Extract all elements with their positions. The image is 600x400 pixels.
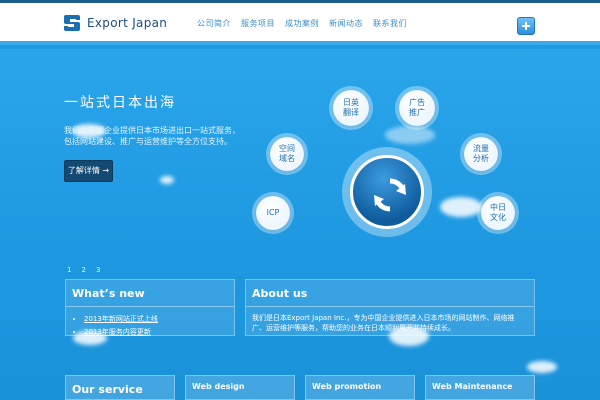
news-link[interactable]: 2013年新网站正式上线 xyxy=(84,315,158,323)
services-title: Our service xyxy=(72,383,143,396)
plus-icon[interactable] xyxy=(517,17,535,35)
bubble-domain[interactable]: 空间 域名 xyxy=(270,137,304,171)
cloud-decoration xyxy=(160,176,174,184)
list-item: 2013年新网站正式上线 xyxy=(84,313,234,326)
refresh-icon xyxy=(374,178,406,212)
bubble-label: 日英 翻译 xyxy=(343,98,359,117)
bubble-label: 空间 域名 xyxy=(279,144,295,163)
service-label: Web Maintenance xyxy=(432,382,513,391)
main-nav: 公司简介 服务项目 成功案例 新闻动态 联系我们 xyxy=(197,18,407,29)
bubble-analytics[interactable]: 流量 分析 xyxy=(464,137,498,171)
about-panel: About us 我们是日本Export Japan Inc.，专为中国企业提供… xyxy=(245,279,535,336)
bubble-label: 流量 分析 xyxy=(473,144,489,163)
bubble-icp[interactable]: ICP xyxy=(256,196,290,230)
nav-item-company[interactable]: 公司简介 xyxy=(197,18,231,29)
news-panel: What’s new 2013年新网站正式上线 2013年服务内容更新 xyxy=(65,279,235,336)
site-header: Export Japan 公司简介 服务项目 成功案例 新闻动态 联系我们 xyxy=(0,3,600,45)
about-text: 我们是日本Export Japan Inc.，专为中国企业提供进入日本市场的网站… xyxy=(252,314,515,332)
service-label: Web design xyxy=(192,382,245,391)
bubble-label: 中日 文化 xyxy=(490,203,506,222)
news-link[interactable]: 2013年服务内容更新 xyxy=(84,328,151,336)
news-list: 2013年新网站正式上线 2013年服务内容更新 xyxy=(66,307,234,339)
pager-dot[interactable]: 2 xyxy=(81,266,85,274)
logo[interactable]: Export Japan xyxy=(64,13,167,33)
slider-pager: 1 2 3 xyxy=(67,266,100,274)
logo-icon xyxy=(64,15,80,31)
bubble-culture[interactable]: 中日 文化 xyxy=(481,196,515,230)
cloud-decoration xyxy=(527,361,557,373)
cloud-decoration xyxy=(385,126,435,144)
about-title: About us xyxy=(252,287,308,300)
service-web-design[interactable]: Web design xyxy=(185,375,295,400)
hero-more-button[interactable]: 了解详情 → xyxy=(64,160,113,182)
nav-item-news[interactable]: 新闻动态 xyxy=(329,18,363,29)
nav-item-cases[interactable]: 成功案例 xyxy=(285,18,319,29)
service-label: Web promotion xyxy=(312,382,382,391)
list-item: 2013年服务内容更新 xyxy=(84,326,234,339)
bubble-translation[interactable]: 日英 翻译 xyxy=(333,90,369,126)
nav-item-contact[interactable]: 联系我们 xyxy=(373,18,407,29)
news-title: What’s new xyxy=(72,287,145,300)
hub-circle[interactable] xyxy=(350,155,424,229)
pager-dot[interactable]: 3 xyxy=(96,266,100,274)
logo-text: Export Japan xyxy=(87,16,168,30)
bubble-label: 广告 推广 xyxy=(409,98,425,117)
hero-title: 一站式日本出海 xyxy=(64,95,176,111)
nav-item-services[interactable]: 服务项目 xyxy=(241,18,275,29)
service-web-promotion[interactable]: Web promotion xyxy=(305,375,415,400)
bubble-label: ICP xyxy=(266,208,280,217)
bubble-advertising[interactable]: 广告 推广 xyxy=(399,90,435,126)
hero-description: 我们为中国企业提供日本市场进出口一站式服务，包括网站建设、推广与运营维护等全方位… xyxy=(64,126,240,146)
services-heading: Our service xyxy=(65,375,175,400)
pager-dot[interactable]: 1 xyxy=(67,266,71,274)
cloud-decoration xyxy=(440,197,482,217)
service-web-maintenance[interactable]: Web Maintenance xyxy=(425,375,535,400)
